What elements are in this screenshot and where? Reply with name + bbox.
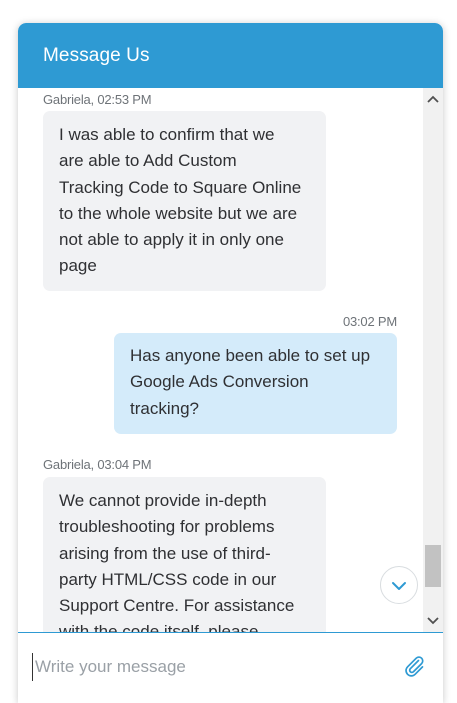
paperclip-icon[interactable]	[402, 654, 426, 678]
message-input[interactable]	[32, 653, 395, 681]
scroll-to-bottom-button[interactable]	[380, 566, 418, 604]
agent-message-bubble: I was able to confirm that we are able t…	[43, 111, 326, 291]
chat-header: Message Us	[18, 23, 443, 88]
chat-widget: Message Us Gabriela, 02:53 PM I was able…	[18, 23, 443, 703]
chevron-up-icon[interactable]	[423, 90, 443, 108]
message-scrollbar[interactable]	[423, 88, 443, 632]
chevron-down-icon[interactable]	[423, 612, 443, 630]
message-meta: Gabriela, 02:53 PM	[43, 92, 152, 107]
message-list[interactable]: Gabriela, 02:53 PM I was able to confirm…	[18, 88, 423, 632]
user-message-bubble: Has anyone been able to set up Google Ad…	[114, 333, 397, 434]
scroll-thumb[interactable]	[425, 545, 441, 587]
chat-title: Message Us	[43, 45, 150, 66]
message-composer	[18, 632, 443, 703]
message-meta: Gabriela, 03:04 PM	[43, 457, 152, 472]
message-meta: 03:02 PM	[342, 314, 397, 329]
chevron-down-icon	[392, 582, 406, 590]
agent-message-bubble: We cannot provide in-depth troubleshooti…	[43, 477, 326, 632]
